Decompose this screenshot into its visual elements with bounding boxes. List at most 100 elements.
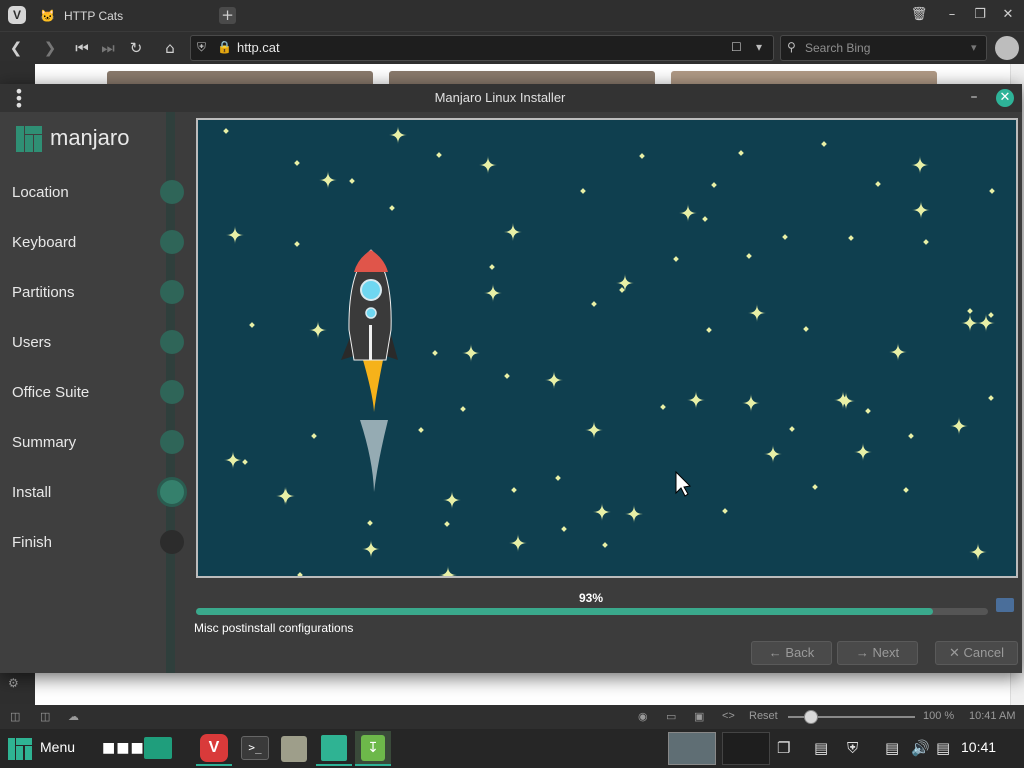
workspace-2-preview[interactable] <box>722 732 770 765</box>
manjaro-settings-app-icon[interactable] <box>316 731 352 766</box>
menu-button[interactable]: Menu <box>40 739 75 755</box>
back-arrow-icon[interactable]: ❮ <box>6 38 26 58</box>
step-summary: Summary <box>12 434 77 451</box>
minimize-window-button[interactable]: – <box>943 6 961 24</box>
step-indicator <box>160 430 184 454</box>
address-bar[interactable]: ⛨ 🔒 http.cat ☐ ▾ <box>190 35 774 61</box>
installer-steps-sidebar: manjaro Location Keyboard Partitions Users O… <box>0 112 187 673</box>
profile-avatar[interactable] <box>995 36 1019 60</box>
forward-arrow-icon[interactable]: ❯ <box>40 38 60 58</box>
install-status-text: Misc postinstall configurations <box>194 621 354 635</box>
status-clock: 10:41 AM <box>969 710 1016 722</box>
taskbar-clock[interactable]: 10:41 <box>961 739 996 755</box>
installer-title: Manjaro Linux Installer <box>434 90 566 105</box>
back-button[interactable]: ← Back <box>751 641 832 665</box>
home-icon[interactable]: ⌂ <box>160 38 180 58</box>
notes-icon[interactable]: ▤ <box>936 739 950 757</box>
next-label: Next <box>872 645 900 660</box>
shield-icon[interactable]: ⛨ <box>197 40 206 55</box>
step-indicator <box>157 477 187 507</box>
rocket-window <box>360 279 382 301</box>
install-slideshow <box>196 118 1018 578</box>
search-placeholder: Search Bing <box>805 41 871 55</box>
cat-image-thumbnail[interactable] <box>107 71 373 85</box>
tab-title: HTTP Cats <box>64 9 124 23</box>
system-taskbar: Menu ■■■ V >_ ↧ ❐ ▤ ⛨ ▤ 🔊 ▤ 10:41 <box>0 729 1024 768</box>
rewind-icon[interactable]: ⏮ <box>72 38 92 58</box>
fast-forward-icon[interactable]: ⏭ <box>98 38 118 58</box>
bookmark-icon[interactable]: ☐ <box>731 40 742 54</box>
next-button[interactable]: → Next <box>837 641 918 665</box>
step-partitions: Partitions <box>12 284 75 301</box>
step-office-suite: Office Suite <box>12 384 90 401</box>
step-indicator <box>160 230 184 254</box>
vivaldi-menu-icon[interactable]: V <box>8 6 26 24</box>
window-icon[interactable]: ▭ <box>666 710 676 723</box>
browser-status-bar: ◫ ◫ ☁ ◉ ▭ ▣ <> Reset 100 % 10:41 AM <box>0 705 1024 729</box>
cat-image-thumbnail[interactable] <box>389 71 655 85</box>
cancel-label: Cancel <box>963 645 1004 660</box>
chevron-down-icon[interactable]: ▾ <box>756 40 762 54</box>
browser-tab-bar: V 🐱 HTTP Cats + 🗑 – ❐ ✕ <box>0 0 1024 31</box>
step-indicator <box>160 380 184 404</box>
close-window-button[interactable]: ✕ <box>999 6 1017 24</box>
clipboard-icon[interactable]: ▤ <box>814 739 828 757</box>
trash-icon[interactable]: 🗑 <box>910 6 928 24</box>
progress-percentage: 93% <box>578 591 604 605</box>
forward-arrow-icon: → <box>855 645 869 660</box>
cloud-icon[interactable]: ☁ <box>68 710 79 723</box>
close-icon: ✕ <box>949 645 960 660</box>
step-indicator <box>160 330 184 354</box>
search-field[interactable]: ⚲ Search Bing ▾ <box>780 35 987 61</box>
new-tab-button[interactable]: + <box>219 7 236 24</box>
reload-icon[interactable]: ↻ <box>126 38 146 58</box>
step-install: Install <box>12 484 52 501</box>
browser-tab[interactable]: 🐱 HTTP Cats <box>34 4 214 28</box>
network-icon[interactable]: ▤ <box>885 739 899 757</box>
shield-check-icon[interactable]: ⛨ <box>847 739 858 757</box>
install-progress-bar <box>196 608 988 615</box>
cancel-button[interactable]: ✕ Cancel <box>935 641 1018 665</box>
back-arrow-icon: ← <box>768 645 782 660</box>
rocket-slide-illustration <box>198 120 1016 576</box>
install-progress-fill <box>196 608 933 615</box>
log-toggle-icon[interactable] <box>996 598 1014 612</box>
step-indicator <box>160 180 184 204</box>
panel-toggle-icon[interactable]: ◫ <box>10 710 20 723</box>
reset-zoom-button[interactable]: Reset <box>749 710 778 722</box>
files-app-icon[interactable] <box>140 731 176 766</box>
camera-icon[interactable]: ◉ <box>638 710 648 723</box>
step-users: Users <box>12 334 52 351</box>
rocket-window-small <box>365 307 377 319</box>
vivaldi-app-icon[interactable]: V <box>196 731 232 766</box>
lock-icon[interactable]: 🔒 <box>217 40 232 54</box>
manjaro-menu-icon[interactable] <box>8 738 32 760</box>
image-icon[interactable]: ▣ <box>694 710 704 723</box>
tiling-icon[interactable]: ◫ <box>40 710 50 723</box>
gear-icon[interactable]: ⚙ <box>8 676 19 690</box>
step-indicator <box>160 530 184 554</box>
back-label: Back <box>785 645 815 660</box>
archive-app-icon[interactable] <box>276 731 312 766</box>
code-icon[interactable]: <> <box>722 710 735 722</box>
step-location: Location <box>12 184 69 201</box>
volume-icon[interactable]: 🔊 <box>911 739 930 757</box>
minimize-button[interactable]: – <box>966 89 982 105</box>
chevron-down-icon[interactable]: ▾ <box>971 41 977 54</box>
show-desktop-icon[interactable]: ■■■ <box>98 731 144 766</box>
search-icon: ⚲ <box>787 40 796 54</box>
close-button[interactable]: ✕ <box>996 89 1014 107</box>
workspace-1-preview[interactable] <box>668 732 716 765</box>
cat-icon: 🐱 <box>40 9 55 23</box>
cat-image-thumbnail[interactable] <box>671 71 937 85</box>
manjaro-logo-icon <box>16 126 42 152</box>
restore-window-button[interactable]: ❐ <box>971 6 989 24</box>
installer-app-icon[interactable]: ↧ <box>355 731 391 766</box>
url-text[interactable]: http.cat <box>237 40 280 55</box>
window-switch-icon[interactable]: ❐ <box>777 739 790 757</box>
rocket-stripe <box>369 325 372 360</box>
step-finish: Finish <box>12 534 53 551</box>
zoom-slider-handle[interactable] <box>804 710 818 724</box>
installer-title-bar: • • • Manjaro Linux Installer – ✕ <box>0 84 1022 114</box>
terminal-app-icon[interactable]: >_ <box>237 731 273 766</box>
